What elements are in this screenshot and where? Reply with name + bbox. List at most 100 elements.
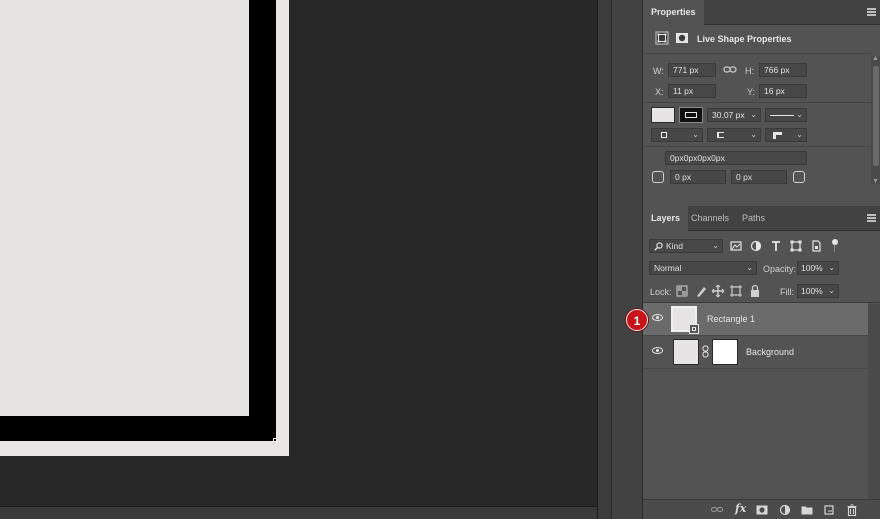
adjustment-layer-icon[interactable] <box>779 504 791 516</box>
shape-transform-icon[interactable] <box>655 31 669 45</box>
chevron-down-icon: ⌄ <box>828 286 835 295</box>
divider <box>643 102 871 103</box>
layer-row-rectangle-1[interactable]: Rectangle 1 <box>643 303 868 336</box>
tab-paths[interactable]: Paths <box>734 206 773 231</box>
shape-filter-icon[interactable] <box>789 239 803 253</box>
layer-mask-thumbnail[interactable] <box>712 339 738 365</box>
scroll-up-icon[interactable]: ▲ <box>872 55 879 62</box>
tab-channels[interactable]: Channels <box>683 206 737 231</box>
chevron-down-icon: ⌄ <box>712 241 719 250</box>
layer-name[interactable]: Rectangle 1 <box>707 303 755 336</box>
fx-icon[interactable]: fx <box>735 502 746 515</box>
y-position-field[interactable]: 16 px <box>759 84 807 98</box>
pixel-filter-icon[interactable] <box>729 239 743 253</box>
scroll-down-icon[interactable]: ▼ <box>872 178 879 185</box>
layers-panel: Layers Channels Paths Kind ⌄ Normal ⌄ Op… <box>643 206 880 519</box>
shape-anchor-handle[interactable] <box>273 438 277 442</box>
adjustment-filter-icon[interactable] <box>749 239 763 253</box>
lock-label: Lock: <box>650 287 672 297</box>
chevron-down-icon: ⌄ <box>796 110 803 119</box>
stroke-caps-dropdown[interactable]: ⌄ <box>707 128 761 142</box>
stroke-width-value: 30.07 px <box>712 110 745 120</box>
lock-artboard-icon[interactable] <box>729 284 743 298</box>
opacity-dropdown[interactable]: 100% ⌄ <box>797 261 839 275</box>
layer-name[interactable]: Background <box>746 336 794 369</box>
fill-label: Fill: <box>780 287 794 297</box>
search-icon <box>654 242 663 251</box>
stroke-caps-icon <box>717 132 724 138</box>
x-label: X: <box>655 87 664 97</box>
chevron-down-icon: ⌄ <box>828 263 835 272</box>
step-callout-badge: 1 <box>626 309 648 331</box>
corner-radii-field[interactable]: 0px0px0px0px <box>665 151 807 165</box>
lock-image-pixels-icon[interactable] <box>694 284 708 298</box>
stroke-corners-dropdown[interactable]: ⌄ <box>765 128 807 142</box>
shape-badge-icon <box>689 324 699 334</box>
live-shape-properties-title: Live Shape Properties <box>697 34 792 44</box>
tab-properties[interactable]: Properties <box>643 0 704 25</box>
new-layer-icon[interactable] <box>823 504 835 516</box>
radius-right-field[interactable]: 0 px <box>731 170 787 184</box>
properties-scroll-thumb[interactable] <box>873 66 879 166</box>
height-label: H: <box>745 66 754 76</box>
background-layer-thumbnail[interactable] <box>673 339 699 365</box>
width-label: W: <box>653 66 664 76</box>
panel-menu-icon[interactable] <box>867 214 876 222</box>
x-position-field[interactable]: 11 px <box>668 84 716 98</box>
width-field[interactable]: 771 px <box>668 63 716 77</box>
add-mask-icon[interactable] <box>756 504 768 516</box>
opacity-value: 100% <box>801 263 823 273</box>
smart-object-filter-icon[interactable] <box>809 239 823 253</box>
trash-icon[interactable] <box>846 504 858 516</box>
lock-all-icon[interactable] <box>748 284 762 298</box>
link-icon[interactable] <box>702 345 709 358</box>
stroke-align-dropdown[interactable]: ⌄ <box>651 128 703 142</box>
corner-radius-right-icon <box>793 171 805 183</box>
mask-properties-icon[interactable] <box>675 31 689 45</box>
layers-bottom-toolbar: fx <box>643 499 880 519</box>
radius-left-field[interactable]: 0 px <box>670 170 726 184</box>
divider <box>643 53 871 54</box>
link-layers-icon[interactable] <box>711 504 723 516</box>
lock-position-icon[interactable] <box>711 284 725 298</box>
fill-value: 100% <box>801 286 823 296</box>
eye-icon[interactable] <box>652 347 663 354</box>
blend-mode-value: Normal <box>654 263 682 273</box>
folder-icon[interactable] <box>801 504 813 516</box>
layer-filter-dropdown[interactable]: Kind ⌄ <box>649 239 723 253</box>
properties-panel: Properties Live Shape Properties W: 771 … <box>643 0 880 205</box>
fill-color-swatch[interactable] <box>651 107 675 123</box>
stroke-width-dropdown[interactable]: 30.07 px ⌄ <box>707 108 761 122</box>
chevron-down-icon: ⌄ <box>750 110 757 119</box>
rectangle-shape-fill[interactable] <box>0 0 249 416</box>
panel-dock-strip <box>597 0 611 519</box>
stroke-corners-icon <box>773 132 782 139</box>
fill-dropdown[interactable]: 100% ⌄ <box>797 284 839 298</box>
opacity-label: Opacity: <box>763 264 797 274</box>
divider <box>643 146 871 147</box>
stroke-type-dropdown[interactable]: ⌄ <box>765 108 807 122</box>
filter-toggle-icon[interactable] <box>832 239 838 245</box>
chevron-down-icon: ⌄ <box>750 130 757 139</box>
document-canvas[interactable] <box>0 0 597 506</box>
type-filter-icon[interactable] <box>769 239 783 253</box>
stroke-color-swatch[interactable] <box>679 107 703 123</box>
panel-menu-icon[interactable] <box>867 8 876 16</box>
properties-header-row: Live Shape Properties <box>643 28 871 50</box>
right-panel-column: Properties Live Shape Properties W: 771 … <box>642 0 880 519</box>
horizontal-scrollbar[interactable] <box>0 506 597 519</box>
chevron-down-icon: ⌄ <box>796 130 803 139</box>
properties-scrollbar[interactable]: ▲ ▼ <box>871 55 880 185</box>
height-field[interactable]: 766 px <box>759 63 807 77</box>
chevron-down-icon: ⌄ <box>746 263 753 272</box>
tab-layers[interactable]: Layers <box>643 206 689 231</box>
layer-row-background[interactable]: Background <box>643 336 868 369</box>
eye-icon[interactable] <box>652 314 663 321</box>
link-dimensions-icon[interactable] <box>723 64 737 76</box>
lock-transparent-pixels-icon[interactable] <box>675 284 689 298</box>
shape-layer-thumbnail[interactable] <box>671 306 699 334</box>
layers-scrollbar[interactable] <box>868 304 880 500</box>
blend-mode-dropdown[interactable]: Normal ⌄ <box>649 261 757 275</box>
filter-toggle-stem <box>834 245 835 252</box>
corner-radius-left-icon <box>652 171 664 183</box>
